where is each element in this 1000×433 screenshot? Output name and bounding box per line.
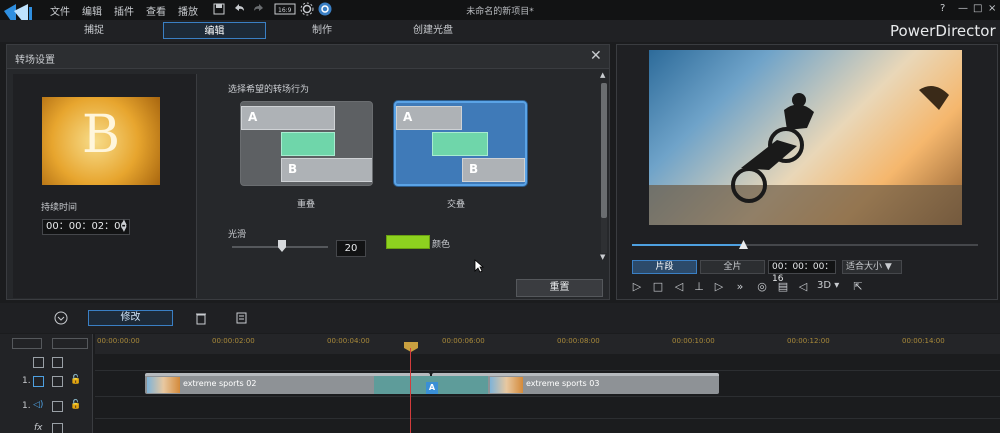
- tab-create-disc[interactable]: 创建光盘: [383, 22, 483, 39]
- tick-label: 00:00:04:00: [327, 337, 370, 345]
- clip-a-bar: A: [241, 106, 335, 130]
- full-movie-button[interactable]: 全片: [700, 260, 765, 274]
- track-divider: [95, 418, 1000, 419]
- timeline-view-icon[interactable]: [12, 338, 42, 349]
- audio-track-icon: ◁): [33, 400, 44, 410]
- panel-title: 转场设置: [15, 55, 55, 66]
- fx-track-checkbox[interactable]: [52, 423, 63, 433]
- option-overlap[interactable]: A B: [240, 101, 373, 186]
- option-overlap-label: 重叠: [296, 200, 315, 210]
- mode-bar: [0, 20, 1000, 42]
- panel-header: 转场设置: [7, 45, 609, 69]
- track-toggle-icon[interactable]: [33, 357, 44, 368]
- duration-label: 持续时间: [41, 203, 78, 213]
- maximize-button[interactable]: □: [973, 3, 982, 14]
- audio-track-number: 1.: [22, 401, 31, 411]
- tick-label: 00:00:02:00: [212, 337, 255, 345]
- tick-label: 00:00:14:00: [902, 337, 945, 345]
- smooth-value-field[interactable]: 20: [336, 240, 366, 257]
- overlap-region: [281, 132, 335, 156]
- tick-label: 00:00:12:00: [787, 337, 830, 345]
- help-button[interactable]: ?: [940, 3, 945, 14]
- behavior-prompt: 选择希望的转场行为: [228, 85, 310, 95]
- fit-size-label: 适合大小: [846, 262, 883, 272]
- tick-label: 00:00:10:00: [672, 337, 715, 345]
- audio-track-checkbox[interactable]: [52, 401, 63, 412]
- modify-button[interactable]: 修改: [88, 310, 173, 326]
- volume-icon[interactable]: ◁: [796, 280, 810, 294]
- clip-a-bar: A: [396, 106, 462, 130]
- close-window-button[interactable]: ×: [988, 3, 996, 14]
- next-frame-icon[interactable]: ▷: [712, 280, 726, 294]
- stop-icon[interactable]: □: [651, 280, 665, 294]
- option-crossover[interactable]: A B: [394, 101, 527, 186]
- collapse-icon[interactable]: [54, 311, 68, 325]
- transition-thumbnail: B: [42, 97, 160, 185]
- track-divider: [95, 370, 1000, 371]
- document-title: 未命名的新项目*: [466, 7, 534, 17]
- scroll-up-icon[interactable]: ▲: [600, 71, 605, 79]
- video-lock-icon[interactable]: 🔓: [70, 375, 81, 385]
- snapshot-icon[interactable]: ◎: [755, 280, 769, 294]
- close-icon[interactable]: ✕: [590, 48, 602, 64]
- option-crossover-label: 交叠: [446, 200, 465, 210]
- clip-name: extreme sports 03: [526, 379, 600, 388]
- tick-label: 00:00:08:00: [557, 337, 600, 345]
- tab-produce[interactable]: 制作: [272, 22, 372, 39]
- more-tools-icon[interactable]: [234, 311, 248, 325]
- smooth-label: 光滑: [228, 230, 247, 240]
- scroll-down-icon[interactable]: ▼: [600, 253, 605, 261]
- clip-name: extreme sports 02: [183, 379, 257, 388]
- play-icon[interactable]: ▷: [630, 280, 644, 294]
- 3d-label: 3D: [817, 280, 832, 291]
- fx-track-label: fx: [34, 423, 43, 433]
- tick-label: 00:00:06:00: [442, 337, 485, 345]
- track-divider: [95, 396, 1000, 397]
- color-swatch[interactable]: [386, 235, 430, 249]
- split-icon[interactable]: ⊥: [692, 280, 706, 294]
- fit-size-select[interactable]: 适合大小 ▼: [842, 260, 902, 274]
- video-track-checkbox[interactable]: [52, 376, 63, 387]
- reset-button[interactable]: 重置: [516, 279, 603, 297]
- clip-thumbnail: [490, 377, 523, 393]
- duration-stepper[interactable]: ▲ ▼: [118, 219, 130, 235]
- fast-forward-icon[interactable]: »: [733, 280, 747, 294]
- duration-field[interactable]: 00：00：02：00: [42, 219, 130, 235]
- crossover-region: [432, 132, 488, 156]
- tick-label: 00:00:00:00: [97, 337, 140, 345]
- video-track-icon: [33, 376, 44, 387]
- transition-marker: A: [426, 382, 438, 394]
- fit-timeline-icon[interactable]: [52, 338, 88, 349]
- clip-b-bar: B: [462, 158, 525, 182]
- tab-capture[interactable]: 捕捉: [44, 22, 144, 39]
- panel-scrollbar-thumb[interactable]: [601, 83, 607, 218]
- subtitle-icon[interactable]: ▤: [776, 280, 790, 294]
- scrub-progress: [632, 244, 743, 246]
- segment-mode-button[interactable]: 片段: [632, 260, 697, 274]
- delete-icon[interactable]: [194, 311, 208, 325]
- color-label: 颜色: [432, 240, 451, 250]
- track-checkbox[interactable]: [52, 357, 63, 368]
- minimize-button[interactable]: —: [958, 3, 968, 14]
- audio-lock-icon[interactable]: 🔓: [70, 400, 81, 410]
- undock-icon[interactable]: ⇱: [851, 280, 865, 294]
- video-preview: [649, 50, 962, 225]
- 3d-toggle[interactable]: 3D ▾: [817, 280, 839, 291]
- brand-name: PowerDirector: [890, 22, 996, 40]
- mouse-cursor-icon: [474, 259, 484, 273]
- video-track-number: 1.: [22, 376, 31, 386]
- tab-edit[interactable]: 编辑: [163, 22, 266, 39]
- timecode-field[interactable]: 00：00：00：16: [768, 260, 836, 284]
- thumbnail-letter: B: [81, 105, 121, 165]
- playhead-line: [410, 348, 411, 433]
- clip-b-bar: B: [281, 158, 372, 182]
- clip-thumbnail: [147, 377, 180, 393]
- prev-frame-icon[interactable]: ◁: [672, 280, 686, 294]
